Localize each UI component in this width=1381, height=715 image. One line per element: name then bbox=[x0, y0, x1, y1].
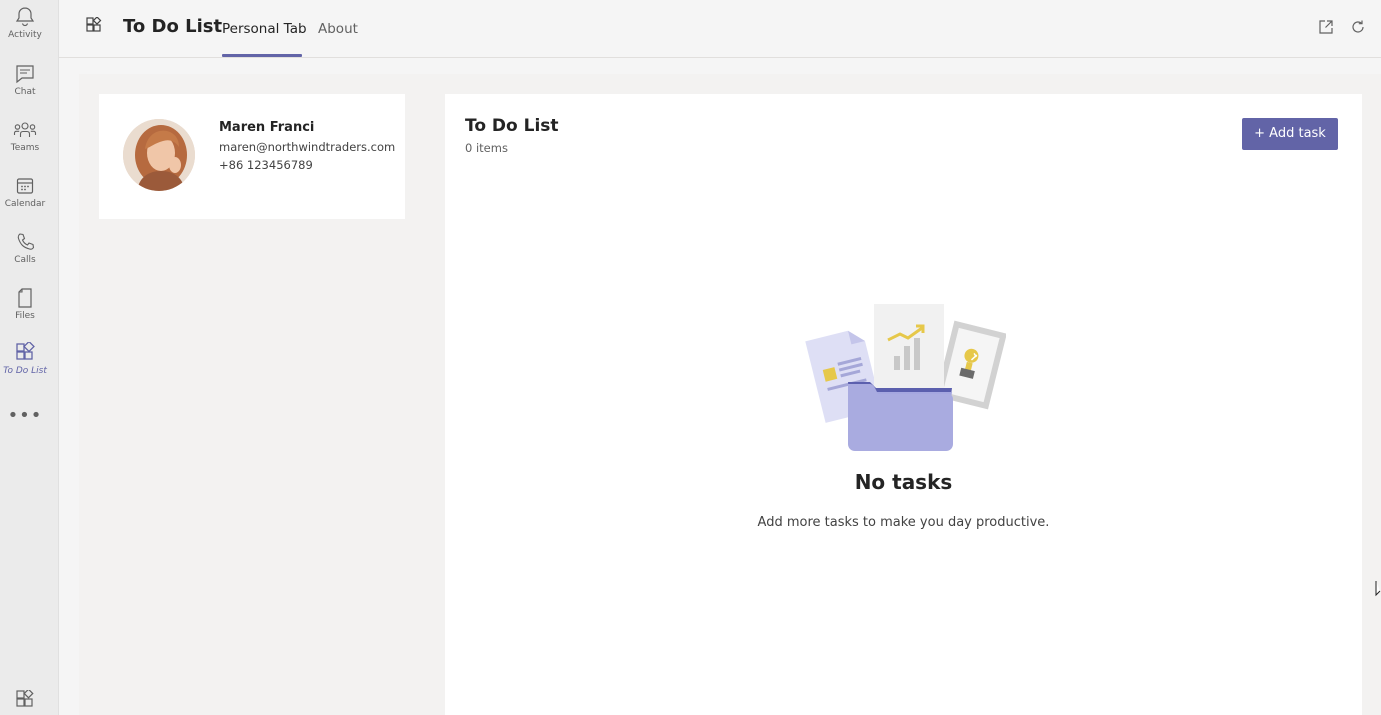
profile-email: maren@northwindtraders.com bbox=[219, 140, 396, 154]
chat-icon bbox=[16, 65, 34, 84]
popout-icon[interactable] bbox=[1318, 19, 1334, 39]
rail-item-files[interactable]: Files bbox=[0, 287, 50, 339]
empty-state-description: Add more tasks to make you day productiv… bbox=[757, 515, 1050, 530]
active-tab-indicator bbox=[222, 54, 302, 57]
profile-card: Maren Franci maren@northwindtraders.com … bbox=[99, 94, 405, 219]
rail-item-label: Teams bbox=[10, 143, 40, 153]
profile-name: Maren Franci bbox=[219, 120, 315, 135]
phone-icon bbox=[17, 233, 35, 250]
profile-phone: +86 123456789 bbox=[219, 158, 313, 172]
app-title: To Do List bbox=[123, 16, 223, 37]
content-area: Maren Franci maren@northwindtraders.com … bbox=[79, 74, 1381, 715]
rail-item-teams[interactable]: Teams bbox=[0, 119, 50, 171]
rail-item-label: Chat bbox=[14, 87, 36, 97]
tab-personal-tab[interactable]: Personal Tab bbox=[222, 20, 307, 38]
mouse-cursor bbox=[1375, 580, 1381, 602]
tab-about[interactable]: About bbox=[318, 20, 358, 38]
rail-item-todo-list[interactable]: To Do List bbox=[0, 342, 50, 394]
rail-item-calendar[interactable]: Calendar bbox=[0, 175, 50, 227]
app-header: To Do List Personal Tab About bbox=[59, 0, 1381, 58]
rail-item-label: To Do List bbox=[3, 366, 47, 376]
rail-item-calls[interactable]: Calls bbox=[0, 231, 50, 283]
refresh-icon[interactable] bbox=[1350, 19, 1366, 39]
more-icon[interactable]: ••• bbox=[0, 406, 50, 426]
apps-icon bbox=[16, 342, 35, 360]
teams-icon bbox=[13, 122, 37, 137]
rail-item-activity[interactable]: Activity bbox=[0, 6, 50, 58]
apps-icon[interactable] bbox=[15, 688, 35, 714]
todo-item-count: 0 items bbox=[465, 141, 508, 155]
rail-item-chat[interactable]: Chat bbox=[0, 63, 50, 115]
todo-title: To Do List bbox=[465, 116, 559, 136]
rail-item-label: Activity bbox=[8, 30, 42, 40]
todo-panel: To Do List 0 items + Add task No tasks A… bbox=[445, 94, 1362, 715]
rail-item-label: Calls bbox=[14, 255, 36, 265]
rail-item-label: Calendar bbox=[4, 199, 46, 209]
bell-icon bbox=[15, 7, 35, 27]
file-icon bbox=[18, 288, 32, 308]
calendar-icon bbox=[16, 178, 34, 194]
avatar bbox=[123, 119, 195, 191]
rail-item-label: Files bbox=[15, 311, 35, 321]
empty-state-title: No tasks bbox=[854, 470, 953, 494]
add-task-button[interactable]: + Add task bbox=[1242, 118, 1338, 150]
empty-state-illustration bbox=[802, 304, 1007, 456]
app-rail: Activity Chat Teams Calendar Calls Files… bbox=[0, 0, 59, 715]
apps-icon bbox=[85, 16, 103, 39]
